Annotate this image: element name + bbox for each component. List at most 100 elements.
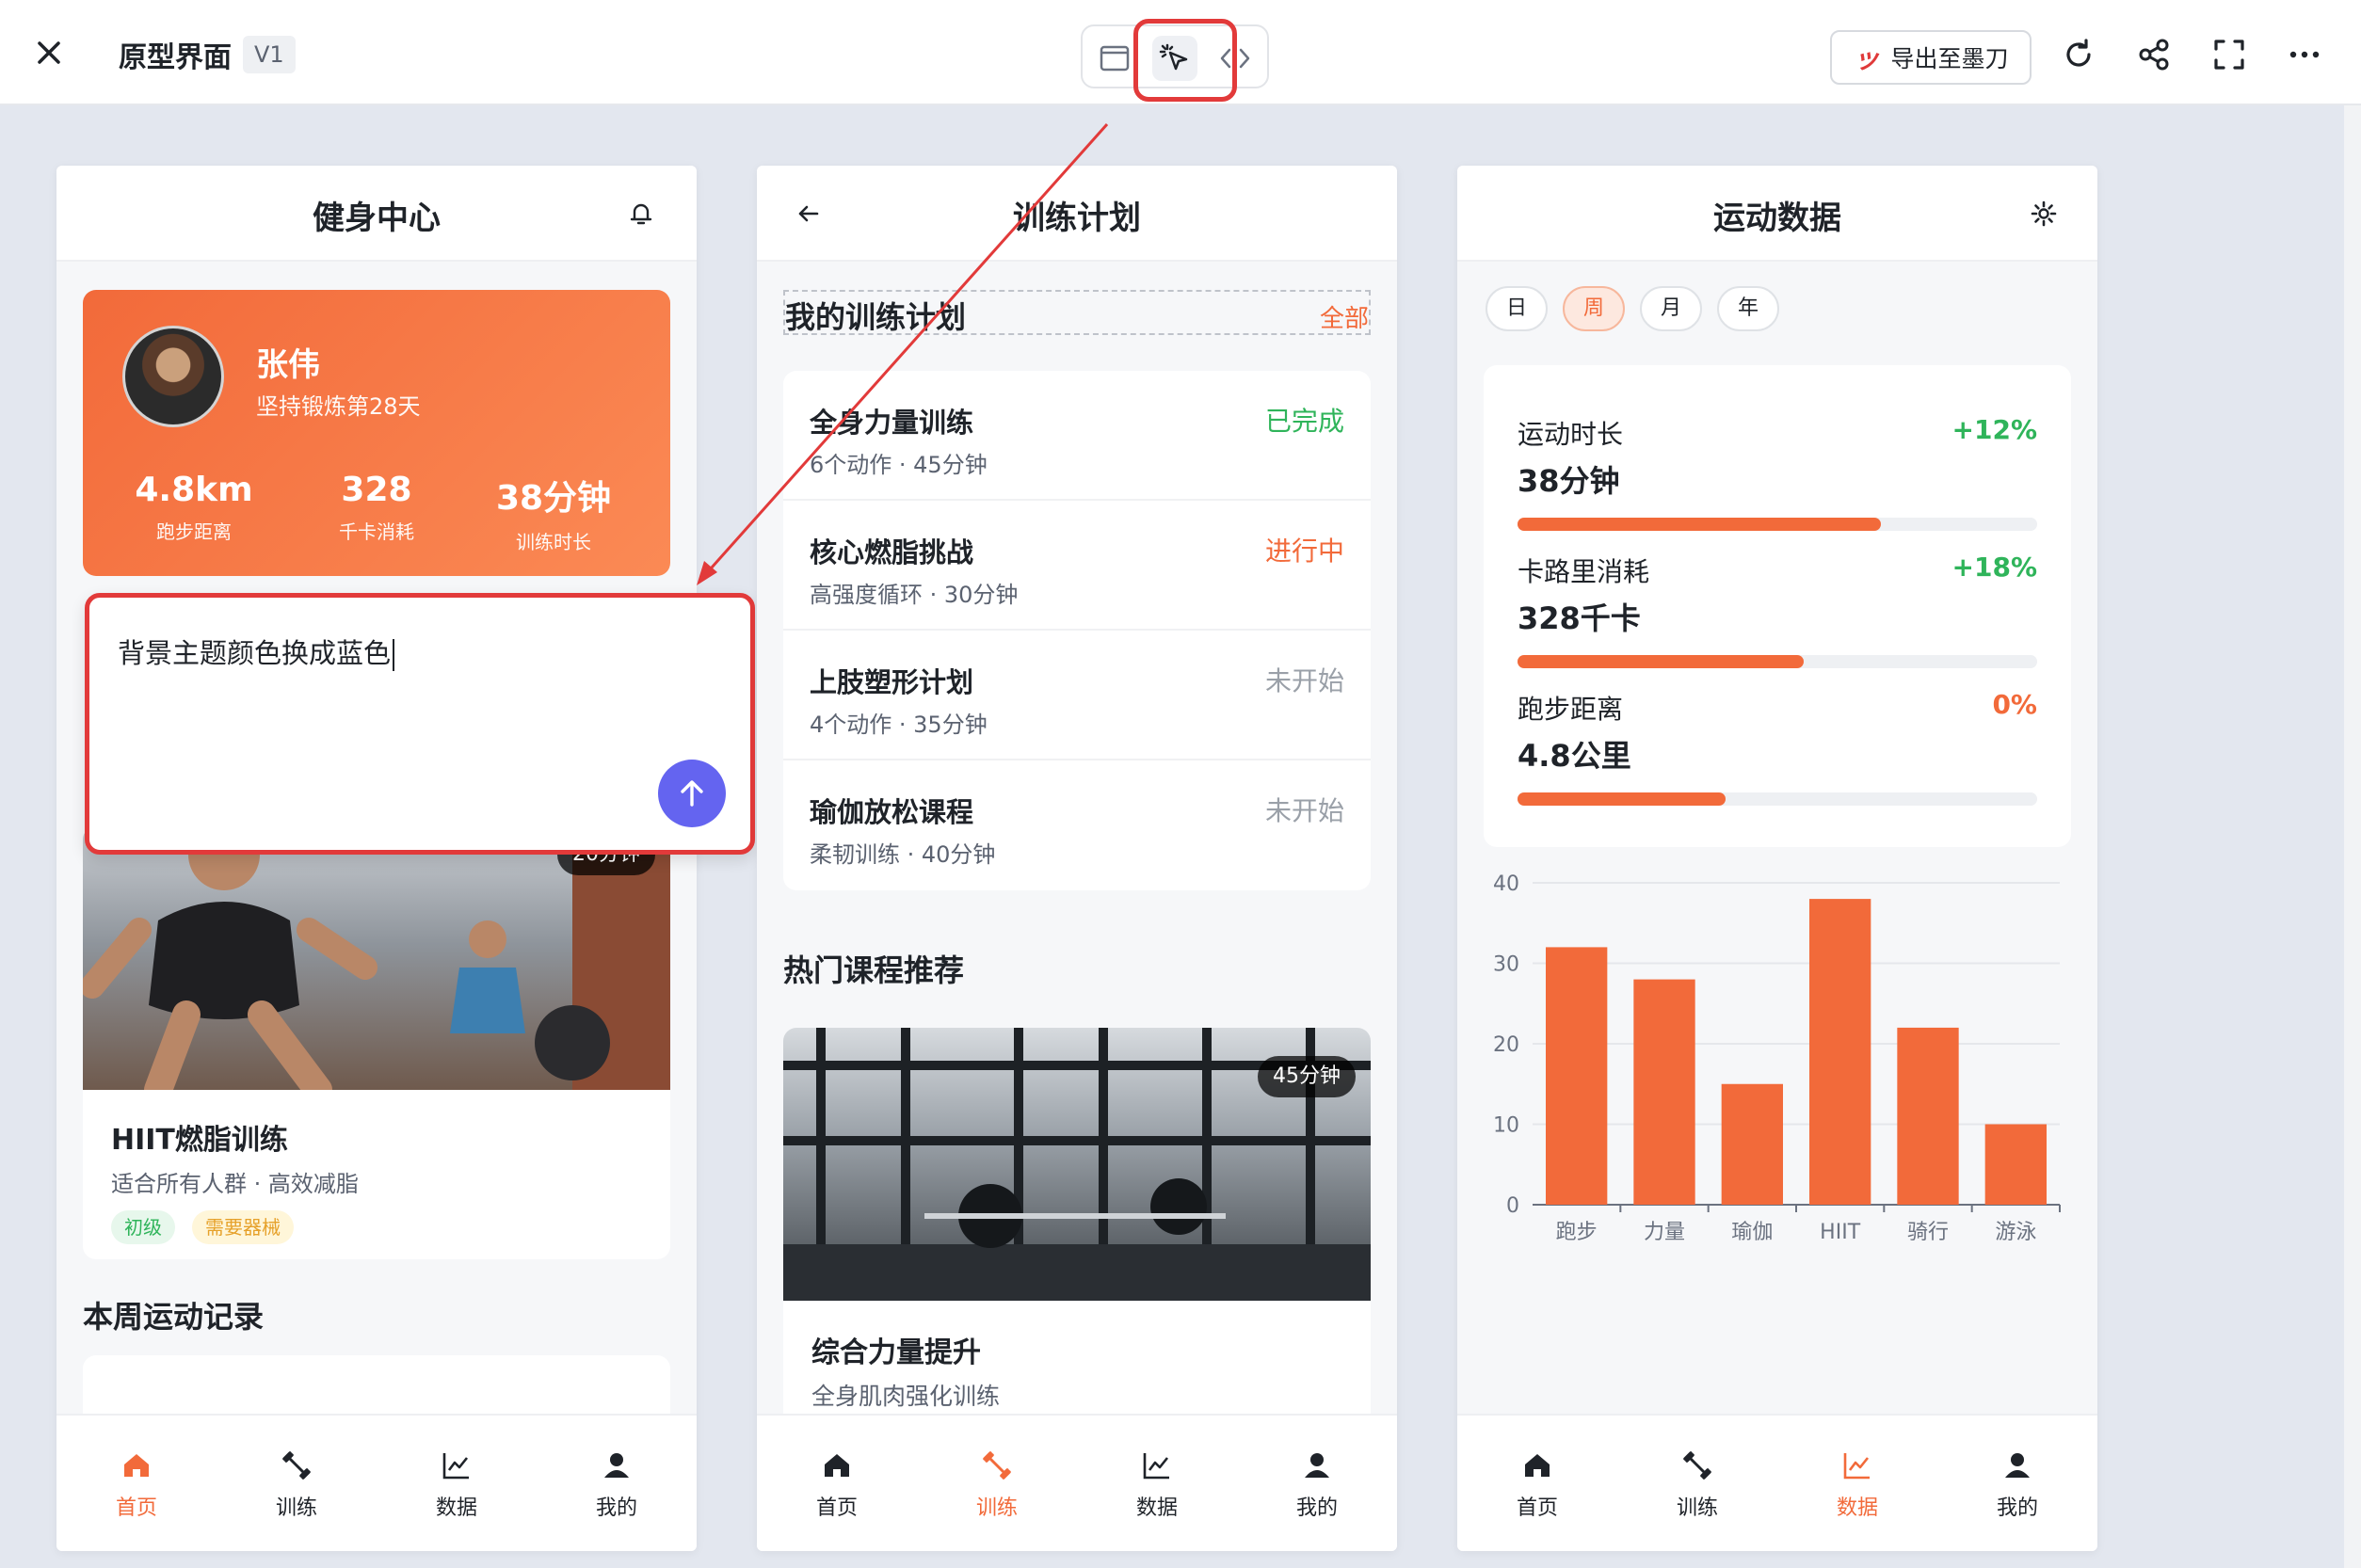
- phone-home: 健身中心 张伟 坚持锻炼第28天 4.8km 跑步距离 328 千卡消耗 38分…: [56, 166, 697, 1551]
- home-title: 健身中心: [313, 200, 441, 237]
- plan-detail: 高强度循环 · 30分钟: [810, 582, 1019, 608]
- user-icon: [604, 1453, 629, 1478]
- tab-home[interactable]: 首页: [1457, 1416, 1617, 1551]
- tab-label: 我的: [1295, 1496, 1338, 1520]
- stats-header: 运动数据: [1457, 166, 2097, 262]
- phone-stats: 运动数据 日 周 月 年 运动时长 +12% 38分钟 卡路里消耗 +18% 3…: [1457, 166, 2097, 1551]
- tab-profile[interactable]: 我的: [1937, 1416, 2097, 1551]
- metric-value: 38分钟: [1518, 463, 1620, 499]
- send-button[interactable]: [658, 760, 726, 827]
- period-week[interactable]: 周: [1563, 286, 1625, 331]
- fullscreen-icon[interactable]: [2210, 36, 2248, 73]
- y-tick-label: 30: [1493, 953, 1519, 977]
- view-all-link[interactable]: 全部: [1320, 299, 1369, 334]
- y-tick-label: 20: [1493, 1033, 1519, 1057]
- plan-item[interactable]: 瑜伽放松课程 柔韧训练 · 40分钟 未开始: [783, 760, 1371, 890]
- stat-calories: 328 千卡消耗: [282, 471, 471, 544]
- version-badge[interactable]: V1: [243, 36, 296, 73]
- metric-progress-fill: [1518, 792, 1726, 806]
- gear-icon[interactable]: [2030, 200, 2058, 228]
- stat-label: 跑步距离: [156, 520, 232, 543]
- preview-mode-button[interactable]: [1092, 36, 1137, 81]
- edit-prompt-box[interactable]: 背景主题颜色换成蓝色: [85, 593, 755, 855]
- share-icon[interactable]: [2135, 36, 2173, 73]
- plan-name: 全身力量训练: [810, 407, 974, 439]
- modao-logo-icon: ッ: [1853, 43, 1880, 74]
- prompt-text[interactable]: 背景主题颜色换成蓝色: [118, 632, 395, 671]
- tab-home[interactable]: 首页: [56, 1416, 217, 1551]
- tab-bar: 首页 训练 数据 我的: [56, 1414, 697, 1551]
- chart-bar: [1897, 1027, 1959, 1205]
- period-year[interactable]: 年: [1717, 286, 1779, 331]
- tab-data[interactable]: 数据: [1077, 1416, 1237, 1551]
- duration-badge: 45分钟: [1258, 1056, 1356, 1097]
- window-scrollbar[interactable]: [2344, 105, 2361, 1568]
- selection-highlight: [1133, 19, 1237, 102]
- close-icon[interactable]: [32, 36, 66, 70]
- bar-chart-svg: 0 10 20 30 40 跑步 力量 瑜伽 HIIT 骑行 游泳: [1493, 872, 2061, 1244]
- plan-status: 未开始: [1264, 795, 1344, 826]
- refresh-icon[interactable]: [2060, 36, 2097, 73]
- course-card-hiit[interactable]: 20分钟 HIIT燃脂训练 适合所有人群 · 高效减脂 初级 需要器械: [83, 826, 670, 1259]
- metric-change: +18%: [1951, 552, 2037, 583]
- tab-label: 训练: [975, 1496, 1018, 1520]
- section-title: 我的训练计划: [785, 299, 967, 335]
- chart-icon: [442, 1453, 469, 1480]
- top-toolbar: 原型界面 V1 ッ 导出至墨刀: [0, 0, 2361, 105]
- course-title: HIIT燃脂训练: [111, 1124, 288, 1157]
- export-button[interactable]: ッ 导出至墨刀: [1830, 30, 2032, 85]
- plan-content: 我的训练计划 全部 全身力量训练 6个动作 · 45分钟 已完成 核心燃脂挑战 …: [757, 262, 1397, 1414]
- tab-label: 首页: [1516, 1496, 1558, 1520]
- week-record-card: [83, 1355, 670, 1414]
- stat-value: 328: [341, 471, 412, 509]
- tab-training[interactable]: 训练: [917, 1416, 1077, 1551]
- stat-distance: 4.8km 跑步距离: [100, 471, 288, 544]
- activity-bar-chart: 0 10 20 30 40 跑步 力量 瑜伽 HIIT 骑行 游泳: [1476, 855, 2079, 1269]
- plan-item[interactable]: 核心燃脂挑战 高强度循环 · 30分钟 进行中: [783, 501, 1371, 631]
- tab-bar: 首页 训练 数据 我的: [1457, 1414, 2097, 1551]
- plan-list: 全身力量训练 6个动作 · 45分钟 已完成 核心燃脂挑战 高强度循环 · 30…: [783, 371, 1371, 890]
- plan-item[interactable]: 上肢塑形计划 4个动作 · 35分钟 未开始: [783, 631, 1371, 760]
- plan-status: 未开始: [1264, 665, 1344, 696]
- dumbbell-icon: [282, 1451, 311, 1480]
- metric-label: 运动时长: [1518, 419, 1624, 450]
- chart-bar: [1809, 899, 1871, 1205]
- user-icon: [1305, 1453, 1329, 1478]
- my-plan-section-header: 我的训练计划 全部: [783, 290, 1371, 335]
- period-day[interactable]: 日: [1486, 286, 1548, 331]
- metrics-card: 运动时长 +12% 38分钟 卡路里消耗 +18% 328千卡 跑步距离 0% …: [1484, 365, 2071, 847]
- course-subtitle: 全身肌肉强化训练: [811, 1383, 1001, 1410]
- course-image: 20分钟: [83, 826, 670, 1104]
- tab-label: 首页: [815, 1496, 858, 1520]
- y-tick-label: 10: [1493, 1114, 1519, 1138]
- prompt-input[interactable]: 背景主题颜色换成蓝色: [118, 637, 391, 669]
- metric-value: 328千卡: [1518, 600, 1641, 636]
- course-card-strength[interactable]: 45分钟 综合力量提升 全身肌肉强化训练: [783, 1028, 1371, 1414]
- tab-profile[interactable]: 我的: [1237, 1416, 1397, 1551]
- tab-training[interactable]: 训练: [217, 1416, 377, 1551]
- week-record-title: 本周运动记录: [83, 1299, 265, 1335]
- period-month[interactable]: 月: [1640, 286, 1702, 331]
- profile-card[interactable]: 张伟 坚持锻炼第28天 4.8km 跑步距离 328 千卡消耗 38分钟 训练时…: [83, 290, 670, 576]
- plan-item[interactable]: 全身力量训练 6个动作 · 45分钟 已完成: [783, 371, 1371, 501]
- more-icon[interactable]: [2286, 36, 2323, 73]
- home-icon: [825, 1454, 849, 1477]
- tab-data[interactable]: 数据: [377, 1416, 537, 1551]
- tab-home[interactable]: 首页: [757, 1416, 917, 1551]
- y-tick-label: 40: [1493, 872, 1519, 896]
- course-subtitle: 适合所有人群 · 高效减脂: [111, 1171, 359, 1197]
- tab-label: 数据: [435, 1496, 477, 1520]
- tab-profile[interactable]: 我的: [537, 1416, 697, 1551]
- tab-label: 训练: [1676, 1496, 1718, 1520]
- metric-change: +12%: [1951, 414, 2037, 445]
- plan-name: 瑜伽放松课程: [810, 796, 974, 828]
- equipment-tag: 需要器械: [192, 1210, 294, 1244]
- x-tick-label: 瑜伽: [1731, 1221, 1773, 1244]
- course-title: 综合力量提升: [811, 1336, 981, 1369]
- chart-icon: [1143, 1453, 1169, 1480]
- plan-name: 核心燃脂挑战: [810, 536, 974, 568]
- tab-data[interactable]: 数据: [1777, 1416, 1937, 1551]
- bell-icon[interactable]: [627, 200, 655, 228]
- user-streak: 坚持锻炼第28天: [256, 393, 421, 420]
- tab-training[interactable]: 训练: [1617, 1416, 1777, 1551]
